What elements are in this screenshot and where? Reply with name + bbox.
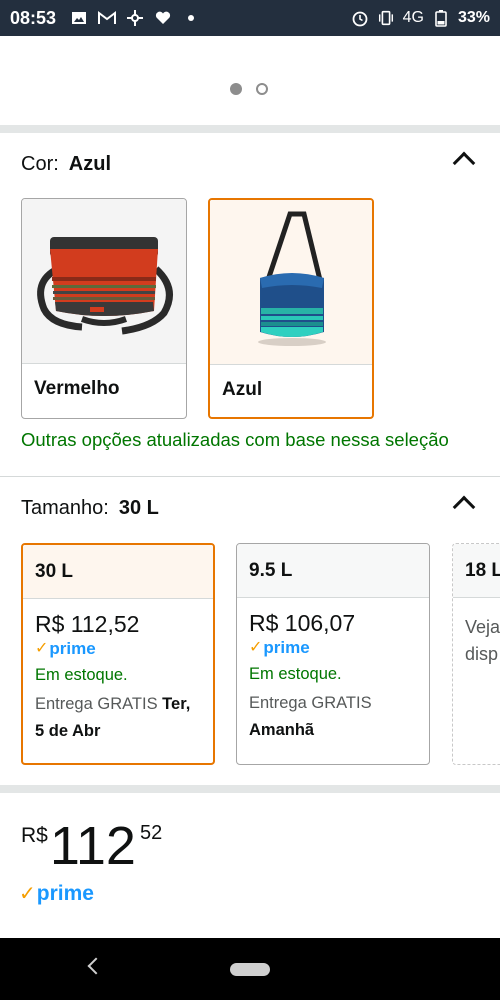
color-value: Azul bbox=[68, 153, 112, 175]
system-nav-bar bbox=[0, 938, 500, 1000]
price-fraction: 52 bbox=[139, 822, 163, 844]
color-option-label: Azul bbox=[222, 379, 263, 400]
size-label: Tamanho: bbox=[21, 497, 109, 519]
size-option-title: 18 L bbox=[453, 544, 500, 598]
back-icon[interactable] bbox=[87, 957, 105, 975]
color-option-label: Vermelho bbox=[34, 378, 120, 399]
color-option-vermelho[interactable]: Vermelho bbox=[21, 198, 187, 419]
prime-check-icon: ✓ bbox=[19, 883, 36, 905]
alarm-icon bbox=[351, 9, 369, 27]
prime-check-icon: ✓ bbox=[249, 639, 263, 656]
stock-status: Em estoque. bbox=[249, 665, 342, 683]
image-carousel[interactable] bbox=[0, 36, 500, 126]
size-option-title: 9.5 L bbox=[237, 544, 429, 598]
pinwheel-icon bbox=[126, 9, 144, 27]
prime-badge: ✓ prime bbox=[19, 882, 94, 905]
size-section-header[interactable]: Tamanho: 30 L bbox=[21, 497, 159, 520]
battery-percent: 33% bbox=[457, 9, 490, 26]
heart-icon bbox=[154, 9, 172, 27]
color-section-header[interactable]: Cor: Azul bbox=[21, 153, 111, 176]
product-price: R$ 112 52 bbox=[21, 816, 162, 876]
size-option-price: R$ 112,52 bbox=[35, 611, 140, 637]
gmail-icon bbox=[98, 9, 117, 27]
prime-check-icon: ✓ bbox=[35, 640, 49, 657]
thin-divider bbox=[0, 476, 500, 477]
size-option-9-5l[interactable]: 9.5 L R$ 106,07 ✓ prime Em estoque. Entre… bbox=[236, 543, 430, 765]
chevron-up-icon[interactable] bbox=[452, 151, 476, 175]
dot-icon bbox=[182, 9, 200, 27]
section-divider bbox=[0, 125, 500, 133]
size-value: 30 L bbox=[118, 497, 159, 519]
status-bar: 08:53 4G 33% bbox=[0, 0, 500, 36]
color-option-azul[interactable]: Azul bbox=[208, 198, 374, 419]
carousel-dot-1[interactable] bbox=[230, 83, 242, 95]
size-option-title: 30 L bbox=[23, 545, 213, 599]
status-time: 08:53 bbox=[10, 7, 57, 28]
home-pill-icon[interactable] bbox=[230, 963, 270, 976]
color-label: Cor: bbox=[21, 153, 59, 175]
section-divider bbox=[0, 785, 500, 793]
size-option-30l[interactable]: 30 L R$ 112,52 ✓ prime Em estoque. Entreg… bbox=[21, 543, 215, 765]
options-updated-note: Outras opções atualizadas com base nessa… bbox=[21, 429, 449, 450]
delivery-info: Entrega GRATIS Ter, 5 de Abr bbox=[35, 695, 191, 740]
chevron-up-icon[interactable] bbox=[452, 495, 476, 519]
size-option-price: R$ 106,07 bbox=[249, 610, 356, 636]
image-icon bbox=[70, 9, 88, 27]
price-whole: 112 bbox=[49, 816, 136, 876]
vibrate-icon bbox=[377, 9, 395, 27]
see-availability-text: Veja disp bbox=[465, 617, 500, 664]
red-cooler-bag-image bbox=[22, 199, 186, 364]
network-type: 4G bbox=[402, 9, 424, 26]
delivery-info: Entrega GRATIS Amanhã bbox=[249, 694, 372, 739]
size-option-18l[interactable]: 18 L Veja disp bbox=[452, 543, 500, 765]
carousel-dot-2[interactable] bbox=[256, 83, 268, 95]
blue-cooler-bag-image bbox=[210, 200, 372, 365]
price-currency: R$ bbox=[21, 824, 48, 847]
prime-badge: ✓ prime bbox=[249, 638, 310, 657]
stock-status: Em estoque. bbox=[35, 666, 128, 684]
delivery-date: Amanhã bbox=[249, 721, 315, 739]
prime-badge: ✓ prime bbox=[35, 639, 96, 658]
battery-icon bbox=[432, 9, 450, 27]
